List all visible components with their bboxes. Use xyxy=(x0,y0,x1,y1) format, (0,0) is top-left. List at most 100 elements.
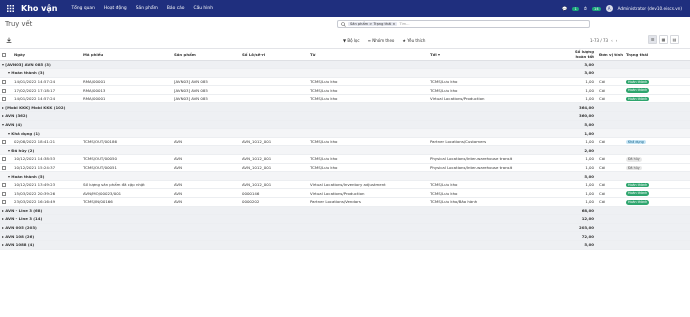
group-filler xyxy=(597,128,690,138)
search-input[interactable]: Tìm... xyxy=(399,22,409,26)
app-name[interactable]: Kho vận xyxy=(21,4,57,13)
cell-status: Hoàn thành xyxy=(624,188,690,198)
table-row[interactable]: 02/08/2022 18:41:21 TCMS/OUT/00186 AVN AVN_… xyxy=(0,137,690,147)
column-date[interactable]: Ngày xyxy=(12,49,81,61)
column-reference[interactable]: Mã phiếu xyxy=(81,49,172,61)
group-label: ▾ AVN (4) xyxy=(0,120,569,130)
cell-product: AVN xyxy=(172,163,240,173)
cell-product: AVN xyxy=(172,154,240,164)
user-name[interactable]: Administrator (dev10.eiscs.vn) xyxy=(618,6,682,11)
cell-lot xyxy=(240,77,308,87)
column-qty-done[interactable]: Số lượng hoàn tất xyxy=(569,49,597,61)
status-badge: Hoàn thành xyxy=(626,182,650,188)
cell-date: 10/12/2021 13:49:23 xyxy=(12,180,81,190)
cell-to: Physical Locations/Inter-warehouse trans… xyxy=(428,163,569,173)
pager-next-icon[interactable]: › xyxy=(616,38,618,43)
row-checkbox[interactable] xyxy=(0,137,12,147)
group-row[interactable]: ▾ Khả dụng (1) 1,00 xyxy=(0,128,690,138)
cell-uom: Cái xyxy=(597,188,624,198)
column-uom[interactable]: Đơn vị tính xyxy=(597,49,624,61)
search-bar[interactable]: Sản phẩm > Trạng thái × Tìm... xyxy=(337,20,590,28)
user-avatar[interactable]: A xyxy=(605,5,613,12)
sort-desc-icon: ▾ xyxy=(438,51,440,57)
table-row[interactable]: 10/12/2021 14:38:53 TCMS/OUT/00050 AVN AVN_… xyxy=(0,154,690,164)
search-facet[interactable]: Sản phẩm > Trạng thái × xyxy=(348,22,398,26)
group-qty-total: 72,00 xyxy=(569,231,597,241)
pivot-view-icon[interactable]: ▦ xyxy=(659,35,668,44)
column-status[interactable]: Trạng thái xyxy=(624,49,690,61)
group-row[interactable]: ▾ AVN (4) 5,00 xyxy=(0,120,690,130)
group-label: ▾ Hoàn thành (3) xyxy=(0,68,569,78)
menu-item-reports[interactable]: Báo cáo xyxy=(167,6,185,11)
page-title: Truy vết xyxy=(5,20,33,28)
menu-item-overview[interactable]: Tổng quan xyxy=(71,6,94,11)
group-label: ▾ Đã hủy (2) xyxy=(0,145,569,156)
pager-prev-icon[interactable]: ‹ xyxy=(611,38,613,43)
group-qty-total: 1,00 xyxy=(569,128,597,138)
clock-icon[interactable]: ⏱ xyxy=(584,6,587,11)
cell-from: TCMS/Lưu kho xyxy=(308,77,428,87)
group-row[interactable]: ▸ AVN 108 (26) 72,00 xyxy=(0,231,690,241)
status-badge: Đã hủy xyxy=(626,165,642,171)
group-filler xyxy=(597,223,690,233)
table-row[interactable]: 14/01/2022 14:57:24 RMA/00001 [AVN03] AVN … xyxy=(0,94,690,104)
group-row[interactable]: ▾ [AVN03] AVN 085 (3) 3,00 xyxy=(0,60,690,70)
row-checkbox[interactable] xyxy=(0,85,12,95)
cell-reference: TCMS/IN/00166 xyxy=(81,197,172,207)
graph-view-icon[interactable]: ▤ xyxy=(670,35,679,44)
cell-uom: Cái xyxy=(597,94,624,104)
table-row[interactable]: 10/12/2021 15:24:37 TCMS/OUT/00051 AVN AVN_… xyxy=(0,163,690,173)
list-view-icon[interactable]: ☰ xyxy=(648,35,657,44)
table-row[interactable]: 10/12/2021 13:49:23 Số lượng sản phẩm đã … xyxy=(0,180,690,190)
group-row[interactable]: ▸ AVN 005 (203) 203,00 xyxy=(0,223,690,233)
group-row[interactable]: ▸ AVN 1088 (4) 5,00 xyxy=(0,240,690,250)
cell-to: Physical Locations/Inter-warehouse trans… xyxy=(428,154,569,164)
cell-reference: RMA/00001 xyxy=(81,77,172,87)
group-row[interactable]: ▸ AVN - Line 3 (14) 12,00 xyxy=(0,214,690,224)
favorites-label: Yêu thích xyxy=(407,38,426,43)
cell-uom: Cái xyxy=(597,154,624,164)
group-row[interactable]: ▸ [Mobi KKK] Mobi KKK (102) 364,00 xyxy=(0,102,690,113)
cell-reference: RMA/00013 xyxy=(81,85,172,95)
row-checkbox[interactable] xyxy=(0,188,12,198)
column-to[interactable]: Tới ▾ xyxy=(428,49,569,61)
group-row[interactable]: ▾ Hoàn thành (3) 3,00 xyxy=(0,68,690,78)
group-qty-total: 12,00 xyxy=(569,214,597,224)
column-product[interactable]: Sản phẩm xyxy=(172,49,240,61)
table-row[interactable]: 14/01/2022 14:57:24 RMA/00001 [AVN03] AVN … xyxy=(0,77,690,87)
menu-item-configuration[interactable]: Cấu hình xyxy=(194,6,214,11)
table-row[interactable]: 15/03/2022 20:39:26 AVN/MO/00023/001 AVN 00… xyxy=(0,188,690,198)
filters-button[interactable]: ▼ Bộ lọc xyxy=(343,38,360,43)
facet-remove-icon[interactable]: × xyxy=(392,22,395,26)
select-all-checkbox[interactable] xyxy=(0,49,12,61)
group-row[interactable]: ▸ AVN (362) 360,00 xyxy=(0,111,690,121)
download-icon[interactable] xyxy=(6,37,12,43)
column-lot[interactable]: Số Lô/sê-ri xyxy=(240,49,308,61)
pager-value[interactable]: 1-73 / 73 xyxy=(590,38,608,43)
group-row[interactable]: ▾ Đã hủy (2) 2,00 xyxy=(0,145,690,156)
row-checkbox[interactable] xyxy=(0,154,12,164)
group-row[interactable]: ▾ Hoàn thành (5) 5,00 xyxy=(0,171,690,181)
chat-icon[interactable]: 💬 xyxy=(562,6,567,12)
cell-date: 02/08/2022 18:41:21 xyxy=(12,137,81,147)
facet-label: Sản phẩm > Trạng thái xyxy=(350,22,392,26)
cell-reference: TCMS/OUT/00051 xyxy=(81,163,172,173)
group-row[interactable]: ▸ AVN - Line 3 (68) 68,00 xyxy=(0,206,690,216)
table-row[interactable]: 17/02/2022 17:18:17 RMA/00013 [AVN03] AVN … xyxy=(0,85,690,95)
menu-item-operations[interactable]: Hoạt động xyxy=(104,6,127,11)
row-checkbox[interactable] xyxy=(0,197,12,207)
favorites-button[interactable]: ★ Yêu thích xyxy=(402,38,425,43)
group-filler xyxy=(597,171,690,181)
apps-grid-icon[interactable] xyxy=(3,0,17,17)
group-filler xyxy=(597,102,690,113)
menu-item-products[interactable]: Sản phẩm xyxy=(136,6,158,11)
groupby-button[interactable]: ≡ Nhóm theo xyxy=(368,38,395,43)
row-checkbox[interactable] xyxy=(0,163,12,173)
cell-from: TCMS/Lưu kho xyxy=(308,163,428,173)
table-row[interactable]: 23/03/2022 16:16:49 TCMS/IN/00166 AVN 00002… xyxy=(0,197,690,207)
row-checkbox[interactable] xyxy=(0,77,12,87)
row-checkbox[interactable] xyxy=(0,94,12,104)
column-from[interactable]: Từ xyxy=(308,49,428,61)
row-checkbox[interactable] xyxy=(0,180,12,190)
group-label: ▾ [AVN03] AVN 085 (3) xyxy=(0,60,569,70)
